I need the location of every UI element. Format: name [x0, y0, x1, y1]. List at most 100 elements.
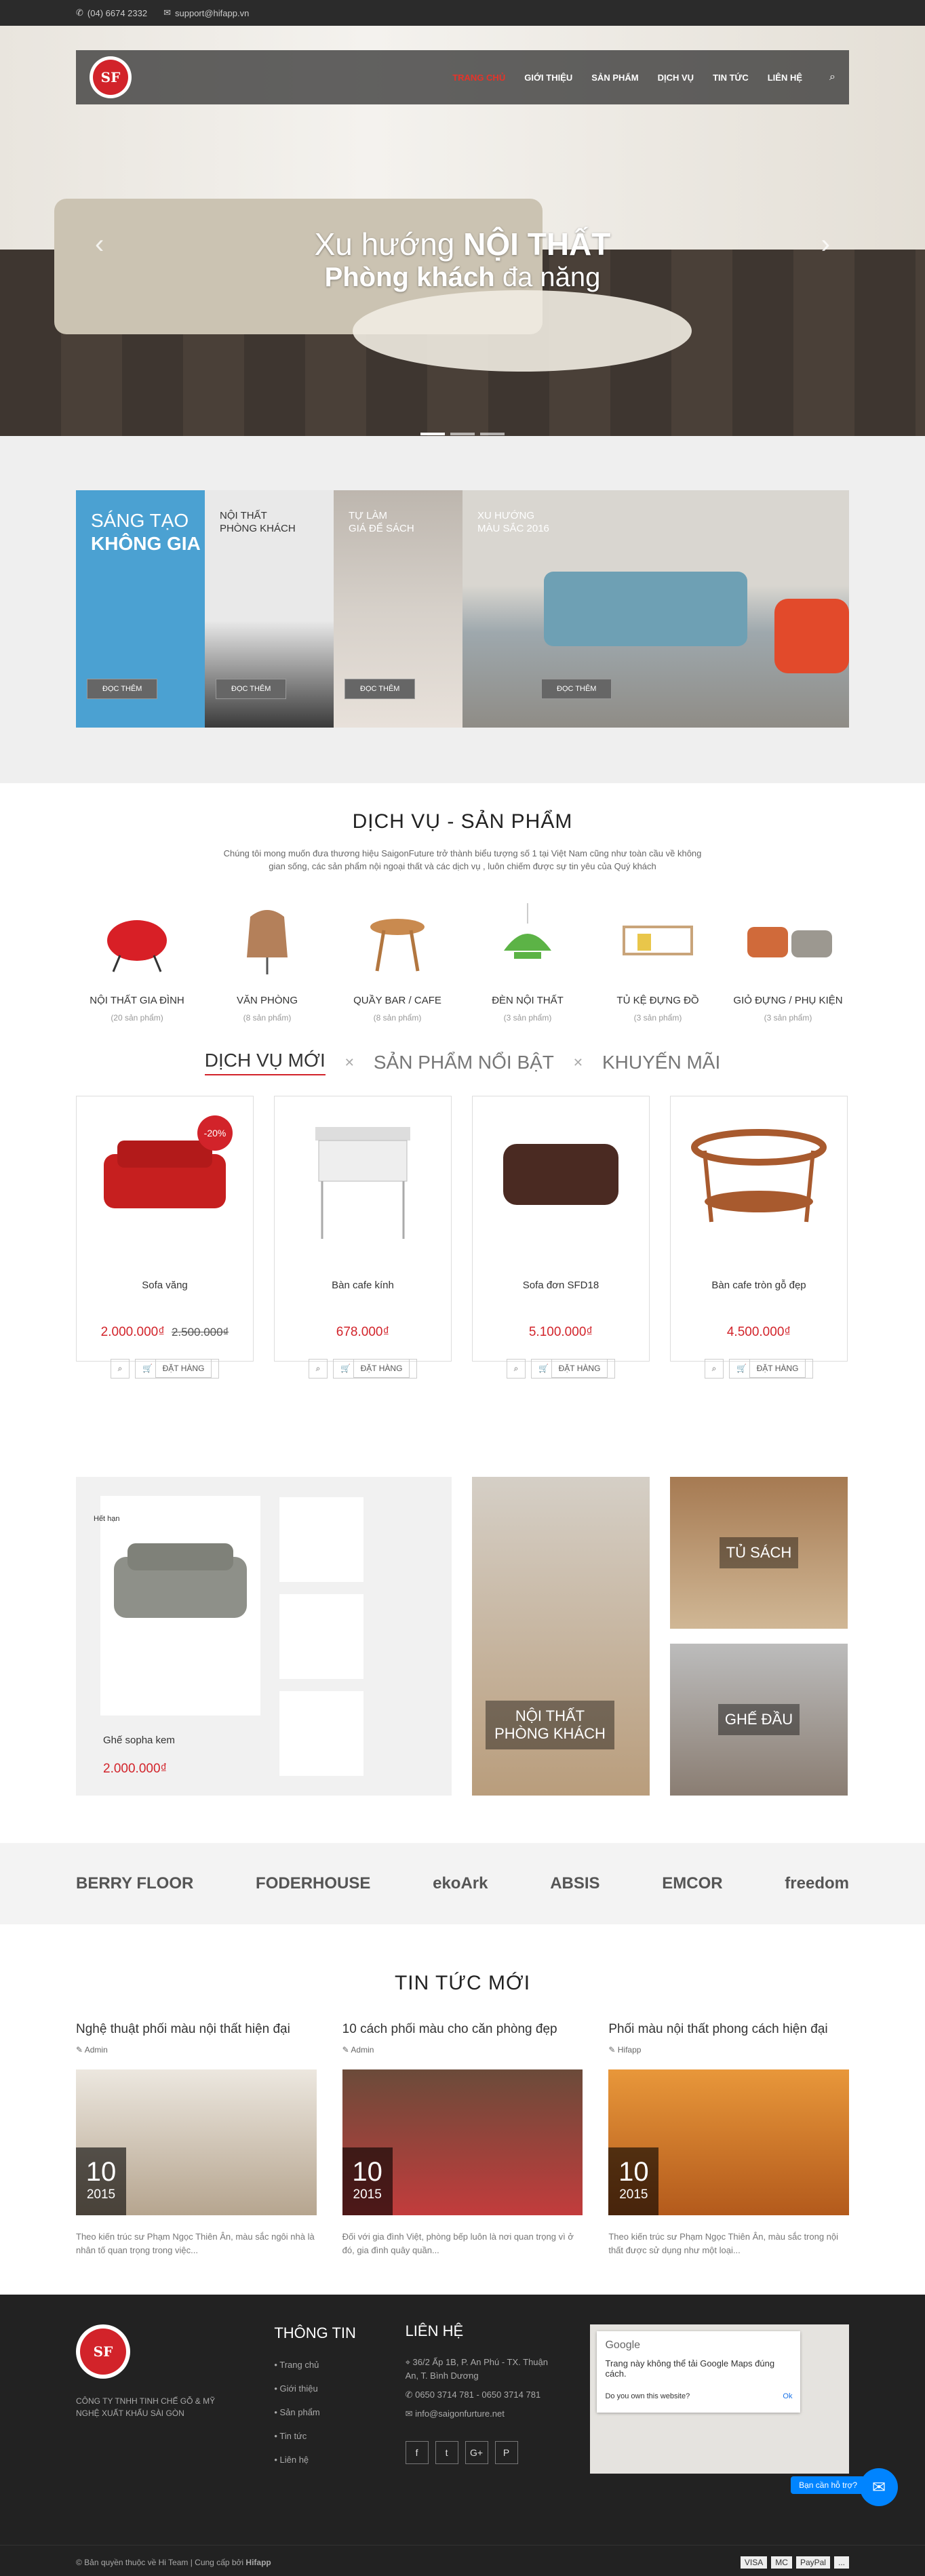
- category-item[interactable]: QUẦY BAR / CAFE (8 sản phẩm): [336, 900, 458, 1023]
- news-list: Nghệ thuật phối màu nội thất hiện đại ✎ …: [76, 2022, 850, 2257]
- menu-home[interactable]: TRANG CHỦ: [452, 73, 505, 83]
- promo-card[interactable]: TỰ LÀM GIÁ ĐỂ SÁCH ĐỌC THÊM: [334, 490, 462, 728]
- phone-icon: ✆: [76, 7, 83, 18]
- pinterest-icon[interactable]: P: [494, 2441, 518, 2464]
- main-menu: TRANG CHỦ GIỚI THIỆU SẢN PHẨM DỊCH VỤ TI…: [452, 71, 835, 83]
- read-more-button[interactable]: ĐỌC THÊM: [87, 679, 158, 699]
- product-card[interactable]: Bàn cafe kính 678.000₫ ⌕ 🛒 ĐẶT HÀNG: [274, 1096, 452, 1379]
- footer-link[interactable]: Tin tức: [274, 2431, 405, 2441]
- separator-icon: ✕: [572, 1055, 583, 1069]
- slider-dot[interactable]: [480, 433, 505, 435]
- menu-services[interactable]: DỊCH VỤ: [658, 73, 694, 83]
- discount-badge: -20%: [197, 1115, 233, 1151]
- tab-new-services[interactable]: DỊCH VỤ MỚI: [204, 1050, 326, 1075]
- quick-view-icon[interactable]: ⌕: [110, 1359, 130, 1379]
- twitter-icon[interactable]: t: [435, 2441, 458, 2464]
- google-map[interactable]: Google Trang này không thể tải Google Ma…: [590, 2324, 849, 2474]
- quick-view-icon[interactable]: ⌕: [704, 1359, 724, 1379]
- category-item[interactable]: GIỎ ĐỰNG / PHỤ KIỆN (3 sản phẩm): [727, 900, 849, 1023]
- product-card[interactable]: -20% Sofa văng 2.000.000₫ 2.500.000₫ ⌕ 🛒 Đ…: [76, 1096, 254, 1379]
- brand-logo[interactable]: ABSIS: [550, 1874, 599, 1893]
- order-button[interactable]: 🛒 ĐẶT HÀNG: [729, 1359, 814, 1379]
- footer-contact: LIÊN HỆ ⌖ 36/2 Ấp 1B, P. An Phú - TX. Th…: [405, 2324, 560, 2478]
- brand-logo[interactable]: EMCOR: [662, 1874, 722, 1893]
- slider-dots: [420, 433, 505, 435]
- brand-strip: BERRY FLOOR FODERHOUSE ekoArk ABSIS EMCO…: [0, 1843, 925, 1924]
- facebook-icon[interactable]: f: [405, 2441, 429, 2464]
- ok-button[interactable]: Ok: [783, 2392, 792, 2400]
- category-item[interactable]: ĐÈN NỘI THẤT (3 sản phẩm): [467, 900, 589, 1023]
- footer-link[interactable]: Trang chủ: [274, 2360, 405, 2370]
- promo-card[interactable]: NỘI THẤT PHÒNG KHÁCH ĐỌC THÊM: [205, 490, 334, 728]
- product-image: [691, 1129, 827, 1223]
- brand-logo[interactable]: FODERHOUSE: [256, 1874, 370, 1893]
- edit-icon: ✎: [608, 2045, 616, 2055]
- read-more-button[interactable]: ĐỌC THÊM: [541, 679, 612, 699]
- site-logo[interactable]: SF: [90, 56, 132, 98]
- chevron-right-icon[interactable]: ›: [821, 229, 830, 260]
- footer-link[interactable]: Sản phẩm: [274, 2407, 405, 2417]
- product-card[interactable]: Sofa đơn SFD18 5.100.000₫ ⌕ 🛒 ĐẶT HÀNG: [472, 1096, 650, 1379]
- thumbnail[interactable]: [279, 1594, 363, 1679]
- pin-icon: ⌖: [405, 2357, 410, 2367]
- chevron-left-icon[interactable]: ‹: [95, 229, 104, 260]
- googleplus-icon[interactable]: G+: [465, 2441, 488, 2464]
- promo-section: SÁNG TẠO KHÔNG GIA ĐỌC THÊM NỘI THẤT PHÒNG…: [0, 436, 925, 783]
- category-item[interactable]: NỘI THẤT GIA ĐÌNH (20 sản phẩm): [76, 900, 198, 1023]
- hero-slider[interactable]: SF TRANG CHỦ GIỚI THIỆU SẢN PHẨM DỊCH VỤ…: [0, 26, 925, 436]
- quick-view-icon[interactable]: ⌕: [308, 1359, 328, 1379]
- slider-dot[interactable]: [450, 433, 475, 435]
- news-item[interactable]: Phối màu nội thất phong cách hiện đại ✎ …: [608, 2022, 850, 2257]
- thumbnail[interactable]: [279, 1497, 363, 1582]
- thumbnail[interactable]: [279, 1691, 363, 1776]
- phone-info[interactable]: ✆ (04) 6674 2332: [76, 7, 147, 18]
- tab-promotions[interactable]: KHUYẾN MÃI: [602, 1052, 720, 1073]
- brand-logo[interactable]: ekoArk: [433, 1874, 488, 1893]
- news-image[interactable]: 10 2015: [608, 2069, 850, 2215]
- brand-logo[interactable]: freedom: [785, 1874, 849, 1893]
- thumbnail-list: [279, 1497, 363, 1776]
- mail-icon: ✉: [163, 7, 171, 18]
- featured-product[interactable]: Hết hạn Ghế sopha kem 2.000.000₫: [76, 1477, 452, 1796]
- featured-column: TỦ SÁCH GHẾ ĐẦU: [670, 1477, 848, 1796]
- menu-contact[interactable]: LIÊN HỆ: [768, 73, 802, 83]
- product-card[interactable]: Bàn cafe tròn gỗ đẹp 4.500.000₫ ⌕ 🛒 ĐẶT H…: [670, 1096, 848, 1379]
- menu-news[interactable]: TIN TỨC: [713, 73, 749, 83]
- category-item[interactable]: VĂN PHÒNG (8 sản phẩm): [206, 900, 328, 1023]
- news-item[interactable]: Nghệ thuật phối màu nội thất hiện đại ✎ …: [76, 2022, 317, 2257]
- footer-link[interactable]: Giới thiệu: [274, 2383, 405, 2394]
- product-image: [503, 1144, 618, 1205]
- quick-view-icon[interactable]: ⌕: [506, 1359, 526, 1379]
- shelf-icon: [623, 926, 693, 955]
- read-more-button[interactable]: ĐỌC THÊM: [216, 679, 287, 699]
- messenger-icon[interactable]: ✉: [860, 2468, 898, 2506]
- featured-tile[interactable]: NỘI THẤT PHÒNG KHÁCH: [472, 1477, 650, 1796]
- news-image[interactable]: 10 2015: [342, 2069, 583, 2215]
- hero-rug-image: [353, 290, 692, 372]
- armchair-icon: [247, 910, 288, 974]
- featured-tile[interactable]: GHẾ ĐẦU: [670, 1644, 848, 1796]
- brand-logo[interactable]: BERRY FLOOR: [76, 1874, 193, 1893]
- order-button[interactable]: 🛒 ĐẶT HÀNG: [531, 1359, 616, 1379]
- order-button[interactable]: 🛒 ĐẶT HÀNG: [333, 1359, 418, 1379]
- order-button[interactable]: 🛒 ĐẶT HÀNG: [135, 1359, 220, 1379]
- promo-card[interactable]: XU HƯỚNG MÀU SẮC 2016 ĐỌC THÊM: [462, 490, 849, 728]
- promo-card[interactable]: SÁNG TẠO KHÔNG GIA ĐỌC THÊM: [76, 490, 205, 728]
- basket-icon: [747, 927, 832, 957]
- footer-logo[interactable]: SF: [76, 2324, 130, 2379]
- section-title: DỊCH VỤ - SẢN PHẨM: [352, 810, 573, 833]
- tab-featured[interactable]: SẢN PHẨM NỔI BẬT: [374, 1052, 554, 1073]
- hero-caption: Xu hướng NỘI THẤT Phòng khách đa năng: [314, 226, 611, 292]
- chat-label[interactable]: Bạn cần hỗ trợ?: [791, 2476, 865, 2494]
- footer-link[interactable]: Liên hệ: [274, 2455, 405, 2465]
- slider-dot[interactable]: [420, 433, 445, 435]
- email-info[interactable]: ✉ support@hifapp.vn: [163, 7, 249, 18]
- read-more-button[interactable]: ĐỌC THÊM: [345, 679, 416, 699]
- featured-tile[interactable]: TỦ SÁCH: [670, 1477, 848, 1629]
- news-item[interactable]: 10 cách phối màu cho căn phòng đẹp ✎ Adm…: [342, 2022, 583, 2257]
- news-image[interactable]: 10 2015: [76, 2069, 317, 2215]
- search-icon[interactable]: ⌕: [829, 71, 835, 83]
- menu-products[interactable]: SẢN PHẨM: [591, 73, 638, 83]
- menu-about[interactable]: GIỚI THIỆU: [524, 73, 572, 83]
- category-item[interactable]: TỦ KỆ ĐỰNG ĐỒ (3 sản phẩm): [597, 900, 719, 1023]
